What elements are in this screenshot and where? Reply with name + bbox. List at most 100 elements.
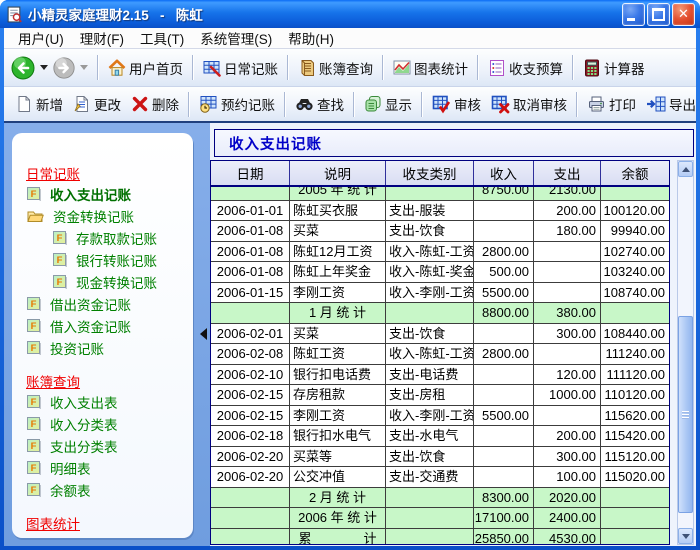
sidebar-item-income-expense-table[interactable]: F收入支出表 [12,391,193,413]
sidebar-item-investment[interactable]: F投资记账 [12,337,193,359]
sidebar-collapse-icon[interactable] [200,328,207,340]
toolbar-modify[interactable]: 更改 [68,91,126,117]
table-row[interactable]: 2006-01-15李刚工资收入-李刚-工资5500.00108740.00 [211,283,669,304]
table-cell: 108440.00 [601,324,669,344]
toolbar-chart-statistics[interactable]: 图表统计 [388,55,473,81]
toolbar-find[interactable]: 查找 [290,91,349,117]
table-row[interactable]: 2006-01-08陈虹上年奖金收入-陈虹-奖金500.00103240.00 [211,262,669,283]
minimize-button[interactable] [622,3,645,26]
table-row[interactable]: 2 月 统 计8300.002020.00 [211,488,669,509]
table-cell: 5500.00 [474,406,534,426]
table-row[interactable]: 2006-02-10银行扣电话费支出-电话费120.00111120.00 [211,365,669,386]
sidebar-item-borrow-funds[interactable]: F借入资金记账 [12,315,193,337]
toolbar-display[interactable]: 显示 [359,91,417,117]
table-cell [474,365,534,385]
grid-cross-icon [491,95,510,114]
table-row[interactable]: 2006-02-18银行扣水电气支出-水电气200.00115420.00 [211,426,669,447]
back-dropdown-icon[interactable] [40,65,48,70]
menu-user[interactable]: 用户(U) [10,27,72,49]
table-cell [211,303,290,323]
sidebar-item-detail-table[interactable]: F明细表 [12,457,193,479]
table-cell [211,488,290,508]
table-row[interactable]: 累 计25850.004530.00 [211,529,669,545]
scroll-up-button[interactable] [678,161,693,177]
table-row[interactable]: 2006-02-15李刚工资收入-李刚-工资5500.00115620.00 [211,406,669,427]
table-row[interactable]: 2005 年 统 计8750.002130.00 [211,187,669,201]
toolbar-budget[interactable]: 收支预算 [483,55,568,81]
scroll-down-button[interactable] [678,528,693,544]
toolbar-user-home[interactable]: 用户首页 [103,55,188,81]
toolbar-calculator[interactable]: 计算器 [578,55,650,81]
sidebar-item-deposit-withdraw[interactable]: F存款取款记账 [12,227,193,249]
menu-tools[interactable]: 工具(T) [132,27,192,49]
toolbar-scheduled-bookkeeping[interactable]: 预约记账 [194,91,280,117]
maximize-icon [652,8,665,21]
toolbar-cancel-audit[interactable]: 取消审核 [486,91,572,117]
table-row[interactable]: 2006-01-08陈虹12月工资收入-陈虹-工资2800.00102740.0… [211,242,669,263]
toolbar-print[interactable]: 打印 [582,91,641,117]
home-icon [108,59,126,77]
toolbar-daily-bookkeeping[interactable]: 日常记账 [198,55,283,81]
sidebar-item-bank-transfer[interactable]: F银行转账记账 [12,249,193,271]
table-cell: 2006-01-08 [211,221,290,241]
maximize-button[interactable] [647,3,670,26]
table-cell: 100.00 [534,467,601,487]
back-button[interactable] [10,55,36,81]
budget-list-icon [488,59,506,77]
sidebar-item-fund-transfer-bookkeeping[interactable]: 资金转换记账 [12,205,193,227]
column-header: 说明 [290,161,386,185]
table-row[interactable]: 2006-01-01陈虹买衣服支出-服装200.00100120.00 [211,201,669,222]
sidebar-item-detail-table-label: 明细表 [50,458,91,478]
table-cell: 2005 年 统 计 [290,187,386,200]
toolbar-delete[interactable]: 删除 [126,91,184,117]
back-icon [10,55,36,81]
toolbar-account-query[interactable]: 账簿查询 [293,55,378,81]
sidebar-item-income-expense-bookkeeping[interactable]: F收入支出记账 [12,183,193,205]
table-row[interactable]: 2006-02-15存房租款支出-房租1000.00110120.00 [211,385,669,406]
vertical-scrollbar[interactable] [677,160,694,545]
table-cell [534,344,601,364]
table-cell: 存房租款 [290,385,386,405]
stacked-pages-icon [364,95,382,113]
sidebar-item-income-category-table[interactable]: F收入分类表 [12,413,193,435]
toolbar-modify-label: 更改 [94,94,121,114]
close-button[interactable]: ✕ [672,3,695,26]
f-icon: F [53,253,67,267]
sidebar-item-lend-funds[interactable]: F借出资金记账 [12,293,193,315]
toolbar-audit-label: 审核 [454,94,481,114]
f-icon: F [27,187,41,201]
toolbar-find-label: 查找 [317,94,344,114]
sidebar-item-balance-table[interactable]: F余额表 [12,479,193,501]
menu-finance[interactable]: 理财(F) [72,27,132,49]
table-cell: 100120.00 [601,201,669,221]
forward-dropdown-icon[interactable] [80,65,88,70]
toolbar-audit[interactable]: 审核 [427,91,486,117]
table-row[interactable]: 2006-02-20公交冲值支出-交通费100.00115020.00 [211,467,669,488]
menu-help[interactable]: 帮助(H) [280,27,342,49]
table-row[interactable]: 2006-02-01买菜支出-饮食300.00108440.00 [211,324,669,345]
table-body[interactable]: 2005 年 统 计8750.002130.002006-01-01陈虹买衣服支… [211,187,669,544]
table-row[interactable]: 2006-02-20买菜等支出-饮食300.00115120.00 [211,447,669,468]
toolbar-export[interactable]: 导出 [641,91,700,117]
sidebar-item-expense-category-table[interactable]: F支出分类表 [12,435,193,457]
sidebar-section-title: 账簿查询 [12,371,193,391]
toolbar-separator [97,55,99,80]
toolbar-new[interactable]: 新增 [10,91,68,117]
toolbar-separator [477,55,479,80]
toolbar-cancel-audit-label: 取消审核 [513,94,567,114]
table-row[interactable]: 2006 年 统 计17100.002400.00 [211,508,669,529]
title-bar[interactable]: 小精灵家庭理财2.15 - 陈虹 ✕ [0,0,700,28]
toolbar-export-label: 导出 [669,94,696,114]
table-row[interactable]: 1 月 统 计8800.00380.00 [211,303,669,324]
page-title-bar: 收入支出记账 [214,129,694,157]
table-row[interactable]: 2006-02-08陈虹工资收入-陈虹-工资2800.00111240.00 [211,344,669,365]
forward-button[interactable] [52,56,76,80]
table-row[interactable]: 2006-01-08买菜支出-饮食180.0099940.00 [211,221,669,242]
scrollbar-thumb[interactable] [678,316,693,513]
sidebar-item-cash-conversion[interactable]: F现金转换记账 [12,271,193,293]
red-x-icon [131,95,149,113]
table-cell: 115020.00 [601,467,669,487]
column-header: 收支类别 [386,161,474,185]
table-cell: 收入-陈虹-奖金 [386,262,474,282]
menu-system[interactable]: 系统管理(S) [192,27,280,49]
